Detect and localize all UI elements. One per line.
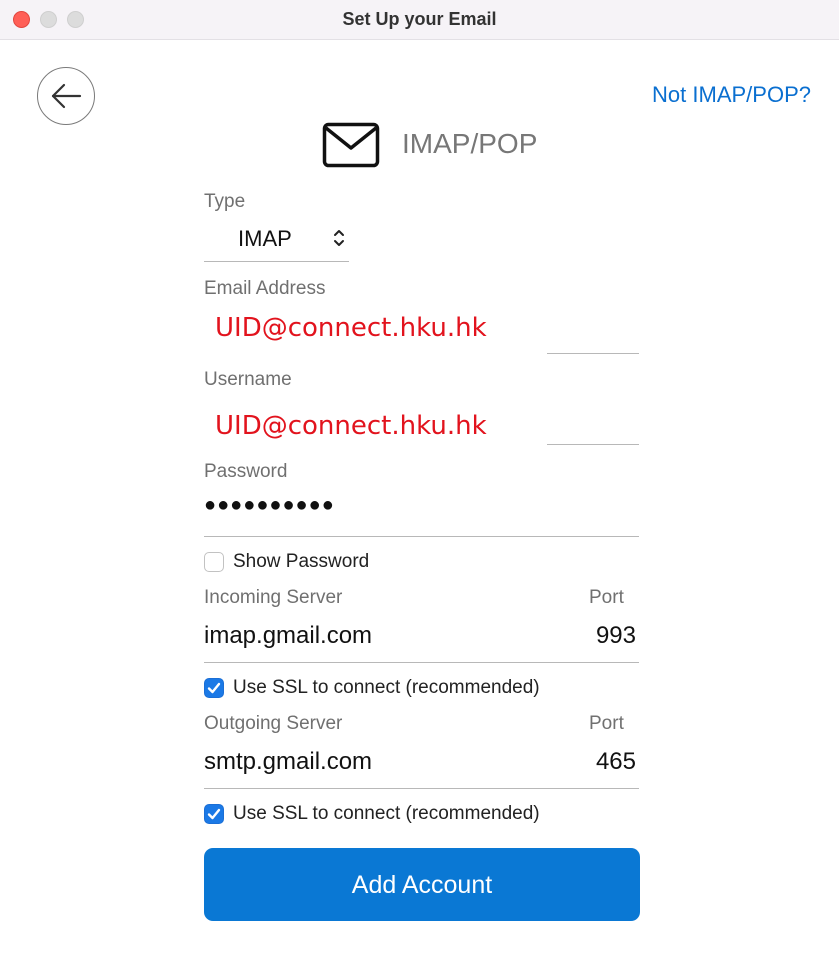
title-bar: Set Up your Email xyxy=(0,0,839,40)
username-label: Username xyxy=(204,369,292,390)
not-imap-pop-link[interactable]: Not IMAP/POP? xyxy=(652,82,811,108)
username-input[interactable]: UID@connect.hku.hk xyxy=(215,411,487,441)
incoming-server-underline xyxy=(204,662,639,663)
password-field-underline xyxy=(204,536,639,537)
add-account-button[interactable]: Add Account xyxy=(204,848,640,921)
back-button[interactable] xyxy=(37,67,95,125)
incoming-server-input[interactable]: imap.gmail.com xyxy=(204,622,372,650)
outgoing-port-label: Port xyxy=(589,713,624,734)
show-password-checkbox[interactable] xyxy=(204,552,224,572)
outgoing-server-input[interactable]: smtp.gmail.com xyxy=(204,748,372,776)
incoming-port-label: Port xyxy=(589,587,624,608)
email-address-label: Email Address xyxy=(204,278,326,299)
window-title: Set Up your Email xyxy=(342,9,497,29)
password-label: Password xyxy=(204,461,288,482)
incoming-server-label: Incoming Server xyxy=(204,587,343,608)
email-field-underline xyxy=(547,353,639,354)
show-password-label: Show Password xyxy=(233,551,370,572)
type-label: Type xyxy=(204,191,246,212)
incoming-ssl-checkbox[interactable] xyxy=(204,678,224,698)
type-selected-value: IMAP xyxy=(238,226,292,251)
outgoing-ssl-label: Use SSL to connect (recommended) xyxy=(233,803,540,824)
type-select[interactable]: IMAP xyxy=(204,218,349,262)
outgoing-server-label: Outgoing Server xyxy=(204,713,343,734)
arrow-left-icon xyxy=(51,83,82,109)
checkmark-icon xyxy=(207,808,221,820)
chevron-up-down-icon xyxy=(334,230,344,246)
incoming-ssl-label: Use SSL to connect (recommended) xyxy=(233,677,540,698)
outgoing-port-input[interactable]: 465 xyxy=(596,748,636,776)
password-input[interactable]: ●●●●●●●●●● xyxy=(204,494,335,517)
setup-email-window: Set Up your Email Not IMAP/POP? IMAP/POP… xyxy=(0,0,839,975)
incoming-port-input[interactable]: 993 xyxy=(596,622,636,650)
checkmark-icon xyxy=(207,682,221,694)
outgoing-ssl-checkbox[interactable] xyxy=(204,804,224,824)
email-address-input[interactable]: UID@connect.hku.hk xyxy=(215,313,487,343)
envelope-icon xyxy=(322,122,380,168)
account-type-title: IMAP/POP xyxy=(402,128,538,159)
username-field-underline xyxy=(547,444,639,445)
outgoing-server-underline xyxy=(204,788,639,789)
